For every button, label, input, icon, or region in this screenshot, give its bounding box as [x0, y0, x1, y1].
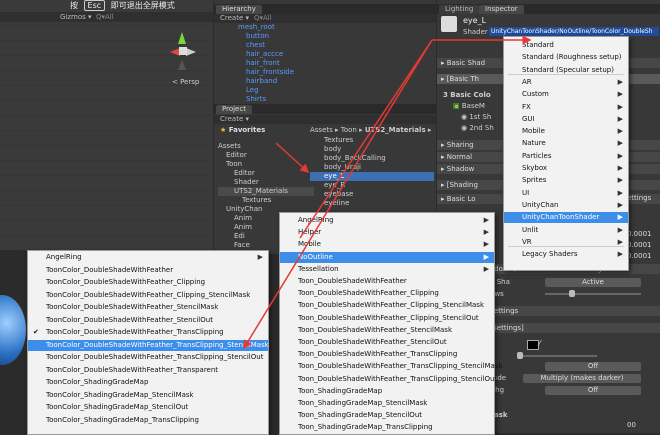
arrow-to-nooutline	[299, 39, 433, 239]
arrow-to-eye-material	[275, 142, 310, 174]
annotation-arrows	[243, 35, 532, 350]
arrow-to-selected-shader	[243, 39, 433, 350]
